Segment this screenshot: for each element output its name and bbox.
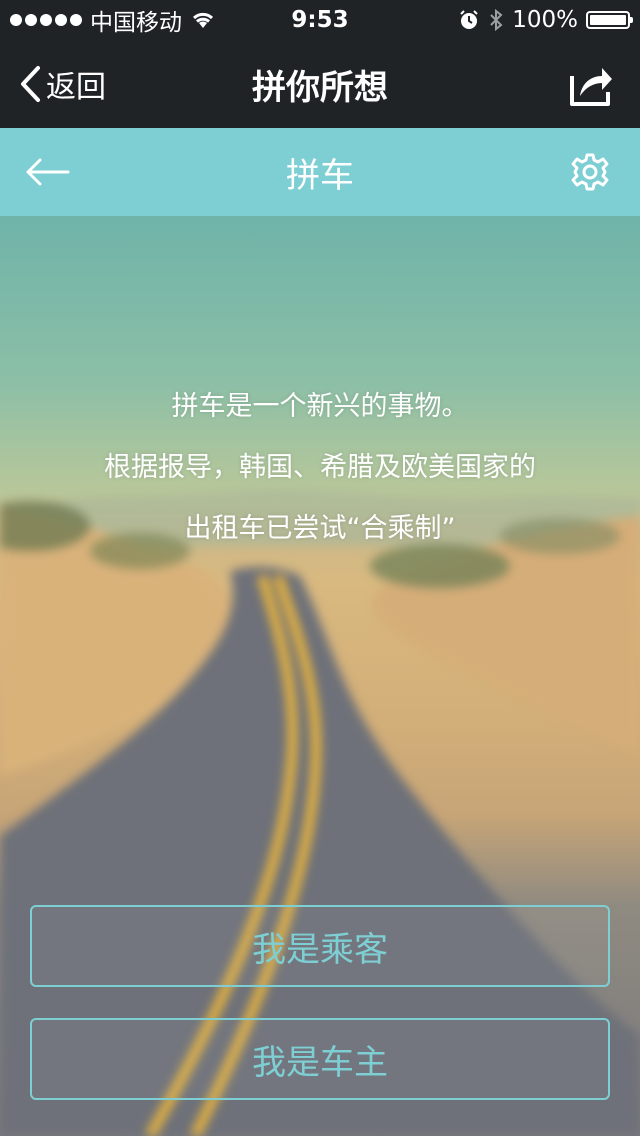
alarm-icon <box>460 10 478 29</box>
intro-text: 拼车是一个新兴的事物。 根据报导，韩国、希腊及欧美国家的 出租车已尝试“合乘制” <box>0 376 640 559</box>
intro-line-3: 出租车已尝试“合乘制” <box>184 513 456 544</box>
status-bar: 中国移动 9:53 100% <box>0 0 640 40</box>
intro-line-2: 根据报导，韩国、希腊及欧美国家的 <box>104 452 536 483</box>
hero-background: 拼车是一个新兴的事物。 根据报导，韩国、希腊及欧美国家的 出租车已尝试“合乘制”… <box>0 216 640 1136</box>
road-background-image <box>0 489 640 1136</box>
gear-icon[interactable] <box>570 152 610 192</box>
section-title: 拼车 <box>286 155 354 196</box>
intro-line-1: 拼车是一个新兴的事物。 <box>171 391 469 422</box>
battery-percent: 100% <box>512 7 578 33</box>
battery-icon <box>586 11 633 29</box>
bluetooth-icon <box>490 8 503 32</box>
passenger-button[interactable]: 我是乘客 <box>30 905 610 987</box>
sub-header: 拼车 <box>0 128 640 216</box>
share-icon[interactable] <box>568 62 614 108</box>
page-title: 拼你所想 <box>252 67 388 108</box>
status-right: 100% <box>458 0 633 40</box>
top-nav-bar: 返回 拼你所想 <box>0 40 640 128</box>
driver-button[interactable]: 我是车主 <box>30 1018 610 1100</box>
